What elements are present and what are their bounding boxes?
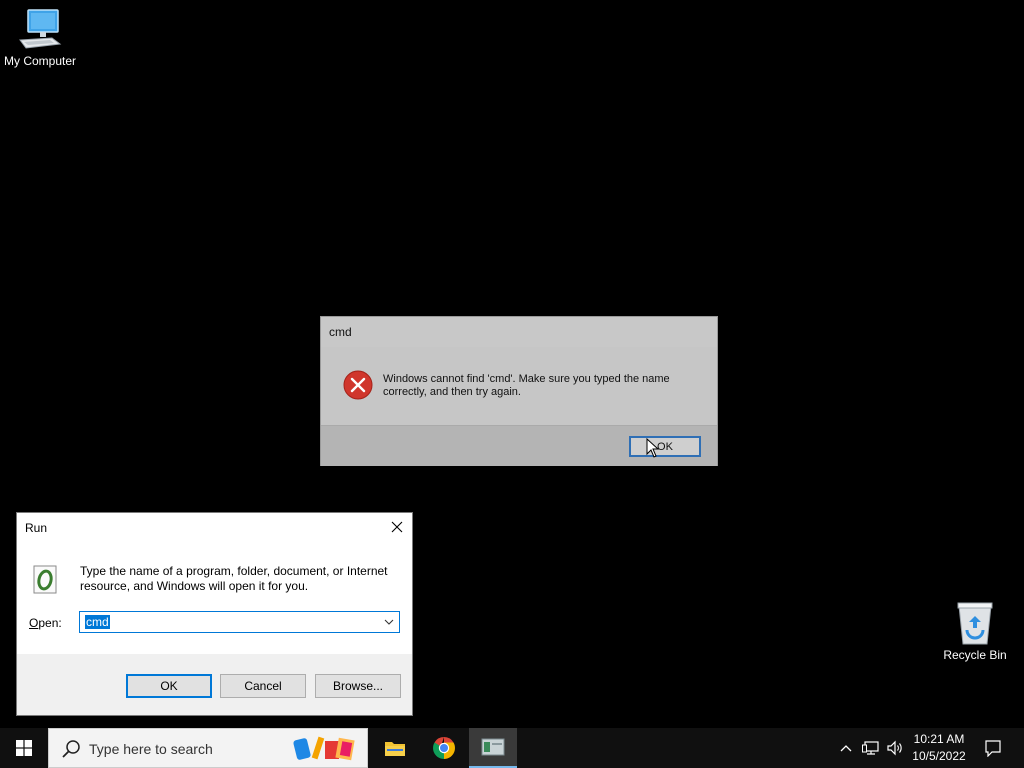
close-icon	[391, 521, 403, 533]
taskbar-clock[interactable]: 10:21 AM 10/5/2022	[906, 731, 972, 765]
my-computer-label: My Computer	[3, 54, 77, 68]
error-message: Windows cannot find 'cmd'. Make sure you…	[383, 373, 670, 398]
recycle-bin-desktop-icon[interactable]: Recycle Bin	[935, 600, 1015, 662]
folder-icon	[385, 742, 405, 756]
open-label: Open:	[29, 616, 62, 630]
run-icon	[33, 565, 57, 594]
error-icon	[343, 370, 373, 400]
taskbar: Type here to search 10:21 AM 10/5/2022	[0, 728, 1024, 768]
my-computer-desktop-icon[interactable]: My Computer	[0, 8, 80, 68]
run-dialog-content: Type the name of a program, folder, docu…	[17, 542, 412, 654]
open-input[interactable]: cmd	[85, 615, 110, 629]
taskbar-run-app[interactable]	[469, 728, 517, 768]
dropdown-button[interactable]	[381, 614, 397, 630]
notification-icon	[985, 740, 1001, 757]
run-titlebar[interactable]: Run	[17, 513, 412, 542]
search-placeholder: Type here to search	[89, 741, 213, 757]
clock-date: 10/5/2022	[912, 749, 966, 763]
open-label-rest: pen:	[38, 616, 62, 630]
action-center-button[interactable]	[978, 728, 1008, 768]
computer-icon	[19, 9, 62, 49]
taskbar-search-box[interactable]: Type here to search	[48, 728, 368, 768]
run-description: Type the name of a program, folder, docu…	[80, 564, 388, 593]
mouse-cursor-icon	[646, 438, 660, 458]
run-cancel-button[interactable]: Cancel	[220, 674, 306, 698]
chevron-up-icon	[840, 745, 852, 752]
run-browse-button[interactable]: Browse...	[315, 674, 401, 698]
open-label-mnemonic: O	[29, 616, 39, 630]
run-app-icon	[481, 738, 505, 756]
run-ok-button[interactable]: OK	[126, 674, 212, 698]
speaker-icon	[887, 740, 902, 756]
clock-time: 10:21 AM	[913, 732, 965, 746]
open-combobox[interactable]: cmd	[79, 611, 400, 633]
search-icon	[62, 740, 80, 758]
recycle-bin-label: Recycle Bin	[943, 648, 1007, 662]
error-ok-button[interactable]: OK	[629, 436, 701, 457]
chevron-down-icon	[384, 619, 394, 625]
run-dialog: Run Type the name of a program, folder, …	[16, 512, 413, 716]
network-tray-button[interactable]	[860, 728, 882, 768]
taskbar-file-explorer[interactable]	[371, 728, 419, 768]
start-button[interactable]	[0, 728, 48, 768]
network-icon	[862, 741, 879, 755]
close-button[interactable]	[384, 515, 410, 539]
recycle-bin-icon	[957, 602, 993, 645]
show-hidden-icons-button[interactable]	[836, 728, 856, 768]
error-dialog-body: Windows cannot find 'cmd'. Make sure you…	[321, 347, 717, 425]
run-dialog-title: Run	[25, 521, 48, 535]
volume-tray-button[interactable]	[884, 728, 906, 768]
chrome-icon	[433, 737, 455, 759]
windows-logo-icon	[16, 740, 32, 756]
search-highlight-icon	[293, 736, 355, 761]
taskbar-chrome[interactable]	[420, 728, 468, 768]
error-dialog-title: cmd	[329, 325, 352, 339]
